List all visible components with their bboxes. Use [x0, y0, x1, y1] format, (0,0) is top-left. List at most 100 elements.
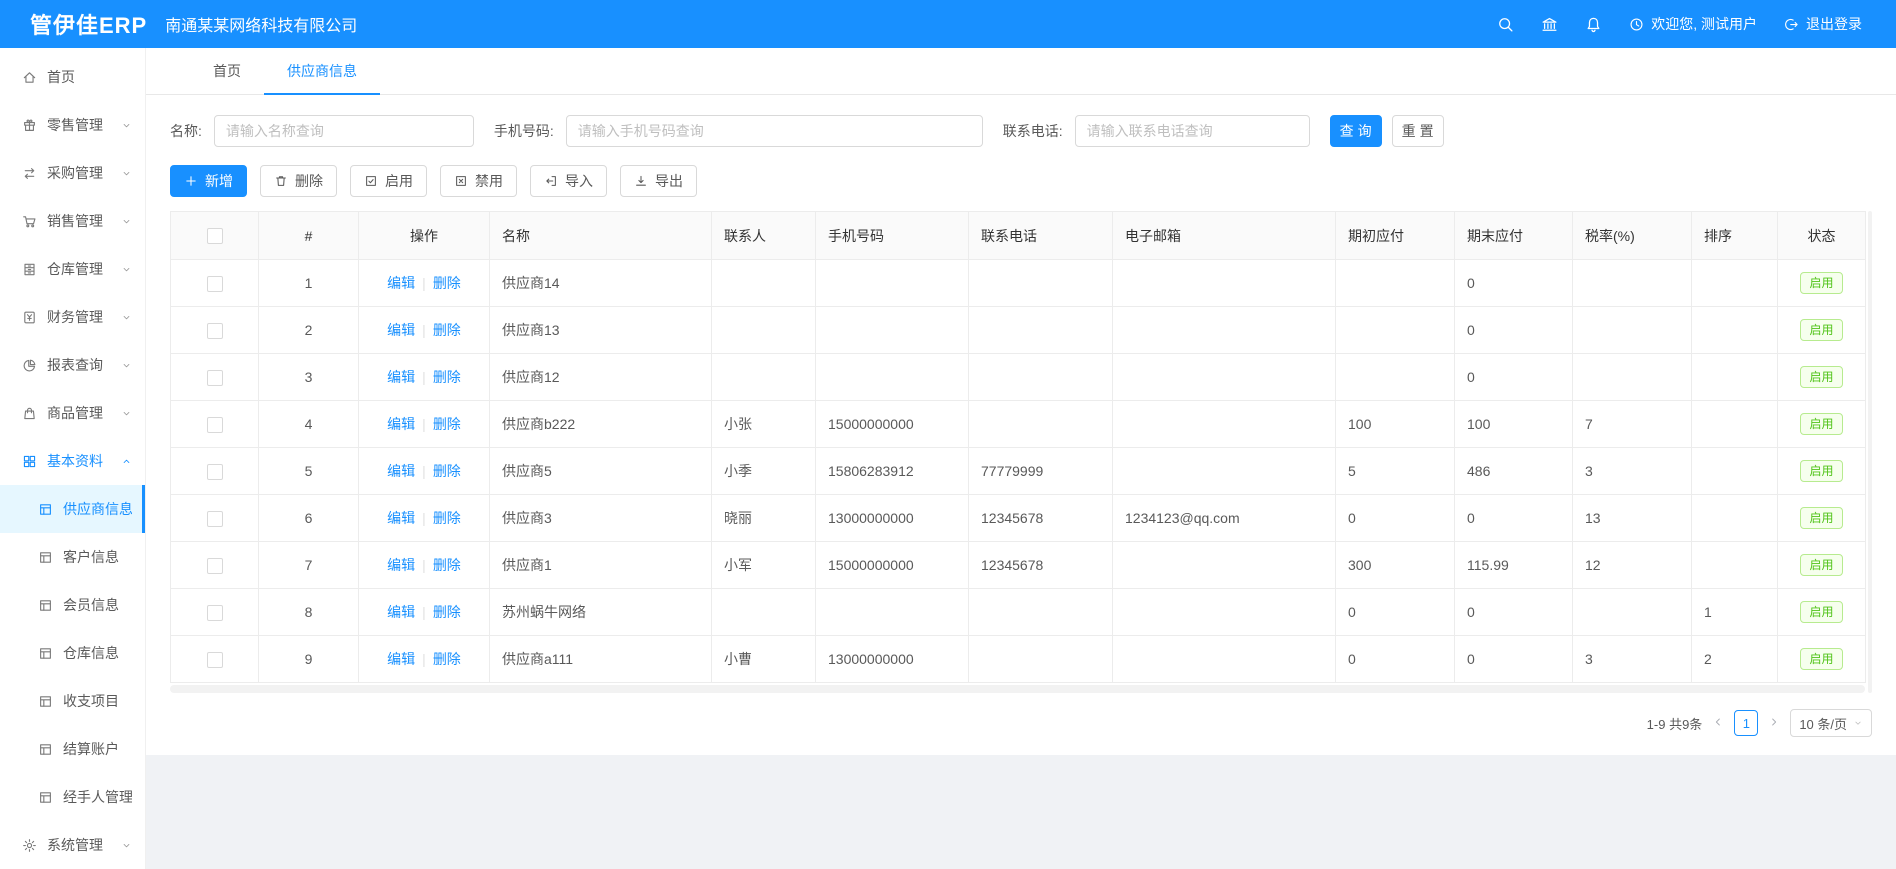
chevron-down-icon — [121, 168, 132, 179]
delete-link[interactable]: 删除 — [433, 275, 461, 291]
clock-icon — [1629, 17, 1644, 32]
sidebar-item-sales[interactable]: 销售管理 — [0, 197, 145, 245]
delete-link[interactable]: 删除 — [433, 463, 461, 479]
sidebar-item-goods[interactable]: 商品管理 — [0, 389, 145, 437]
disable-button[interactable]: 禁用 — [440, 165, 517, 197]
phone-search-input[interactable] — [1075, 115, 1310, 147]
toolbar-button-label: 导入 — [565, 171, 593, 191]
sidebar-item-handler-mgmt[interactable]: 经手人管理 — [0, 773, 145, 821]
cell-ops: 编辑|删除 — [359, 495, 490, 542]
cell-opening: 0 — [1336, 495, 1455, 542]
row-checkbox[interactable] — [207, 417, 223, 433]
import-button[interactable]: 导入 — [530, 165, 607, 197]
delete-link[interactable]: 删除 — [433, 322, 461, 338]
cell-opening: 5 — [1336, 448, 1455, 495]
delete-link[interactable]: 删除 — [433, 416, 461, 432]
chevron-up-icon — [121, 456, 132, 467]
delete-link[interactable]: 删除 — [433, 510, 461, 526]
edit-link[interactable]: 编辑 — [387, 604, 415, 620]
cell-status: 启用 — [1778, 354, 1866, 401]
edit-link[interactable]: 编辑 — [387, 510, 415, 526]
cell-phone: 12345678 — [969, 542, 1113, 589]
pagination-page-button[interactable]: 1 — [1734, 710, 1758, 736]
toolbar-button-label: 启用 — [385, 171, 413, 191]
cell-mobile — [816, 589, 969, 636]
cell-phone — [969, 354, 1113, 401]
sidebar-item-warehouse-info[interactable]: 仓库信息 — [0, 629, 145, 677]
select-all-checkbox[interactable] — [207, 228, 223, 244]
edit-link[interactable]: 编辑 — [387, 557, 415, 573]
row-checkbox[interactable] — [207, 276, 223, 292]
sidebar-item-finance[interactable]: 财务管理 — [0, 293, 145, 341]
delete-link[interactable]: 删除 — [433, 369, 461, 385]
delete-link[interactable]: 删除 — [433, 651, 461, 667]
search-field-phone: 联系电话: — [1003, 115, 1310, 147]
sidebar-item-home[interactable]: 首页 — [0, 53, 145, 101]
sidebar-item-basic-data[interactable]: 基本资料 — [0, 437, 145, 485]
delete-link[interactable]: 删除 — [433, 604, 461, 620]
ops-separator: | — [422, 651, 426, 667]
sidebar-item-settlement-account[interactable]: 结算账户 — [0, 725, 145, 773]
export-button[interactable]: 导出 — [620, 165, 697, 197]
row-checkbox[interactable] — [207, 652, 223, 668]
name-search-input[interactable] — [214, 115, 474, 147]
edit-link[interactable]: 编辑 — [387, 322, 415, 338]
cell-closing: 0 — [1455, 495, 1573, 542]
row-checkbox[interactable] — [207, 464, 223, 480]
toolbar-button-label: 禁用 — [475, 171, 503, 191]
cell-ops: 编辑 | 删除 — [359, 636, 490, 683]
edit-link[interactable]: 编辑 — [387, 651, 415, 667]
reset-button[interactable]: 重置 — [1392, 115, 1444, 147]
edit-link[interactable]: 编辑 — [387, 463, 415, 479]
delete-button[interactable]: 删除 — [260, 165, 337, 197]
cell-closing: 0 — [1455, 636, 1573, 683]
row-checkbox[interactable] — [207, 323, 223, 339]
gear-icon — [22, 838, 37, 853]
edit-link[interactable]: 编辑 — [387, 416, 415, 432]
add-button[interactable]: 新增 — [170, 165, 247, 197]
status-badge: 启用 — [1800, 272, 1842, 294]
sidebar-item-warehouse[interactable]: 仓库管理 — [0, 245, 145, 293]
bank-icon[interactable] — [1541, 16, 1558, 33]
sidebar-item-member-info[interactable]: 会员信息 — [0, 581, 145, 629]
pagination-prev-button[interactable] — [1712, 716, 1724, 731]
chevron-down-icon — [121, 120, 132, 131]
sidebar-item-supplier-info[interactable]: 供应商信息 — [0, 485, 145, 533]
ops-separator: | — [422, 369, 426, 385]
logout-button[interactable]: 退出登录 — [1784, 14, 1862, 34]
page-size-select[interactable]: 10 条/页 — [1790, 709, 1872, 737]
row-checkbox[interactable] — [207, 511, 223, 527]
sidebar-item-label: 零售管理 — [47, 115, 117, 135]
search-icon[interactable] — [1497, 16, 1514, 33]
cell-name: 供应商3 — [490, 495, 712, 542]
tab-supplier-info[interactable]: 供应商信息 — [264, 48, 380, 94]
cell-name: 供应商1 — [490, 542, 712, 589]
pagination-next-button[interactable] — [1768, 716, 1780, 731]
row-checkbox[interactable] — [207, 370, 223, 386]
cell-contact: 小军 — [712, 542, 816, 589]
app-root: 管伊佳ERP 南通某某网络科技有限公司 欢迎您, 测试用户 退出登录 首页零售管… — [0, 0, 1896, 869]
sidebar-item-customer-info[interactable]: 客户信息 — [0, 533, 145, 581]
tab-home[interactable]: 首页 — [190, 48, 264, 94]
cell-opening: 0 — [1336, 636, 1455, 683]
horizontal-scrollbar[interactable] — [170, 685, 1865, 693]
bell-icon[interactable] — [1585, 16, 1602, 33]
cell-opening: 100 — [1336, 401, 1455, 448]
cell-index: 7 — [259, 542, 359, 589]
enable-button[interactable]: 启用 — [350, 165, 427, 197]
query-button[interactable]: 查询 — [1330, 115, 1382, 147]
edit-link[interactable]: 编辑 — [387, 275, 415, 291]
vertical-scrollbar[interactable] — [1868, 211, 1872, 693]
edit-link[interactable]: 编辑 — [387, 369, 415, 385]
sidebar-item-income-expense[interactable]: 收支项目 — [0, 677, 145, 725]
sidebar-item-label: 财务管理 — [47, 307, 117, 327]
row-checkbox[interactable] — [207, 605, 223, 621]
cell-email — [1113, 589, 1336, 636]
sidebar-item-retail[interactable]: 零售管理 — [0, 101, 145, 149]
sidebar-item-purchase[interactable]: 采购管理 — [0, 149, 145, 197]
row-checkbox[interactable] — [207, 558, 223, 574]
sidebar-item-system[interactable]: 系统管理 — [0, 821, 145, 869]
sidebar-item-reports[interactable]: 报表查询 — [0, 341, 145, 389]
delete-link[interactable]: 删除 — [433, 557, 461, 573]
mobile-search-input[interactable] — [566, 115, 983, 147]
